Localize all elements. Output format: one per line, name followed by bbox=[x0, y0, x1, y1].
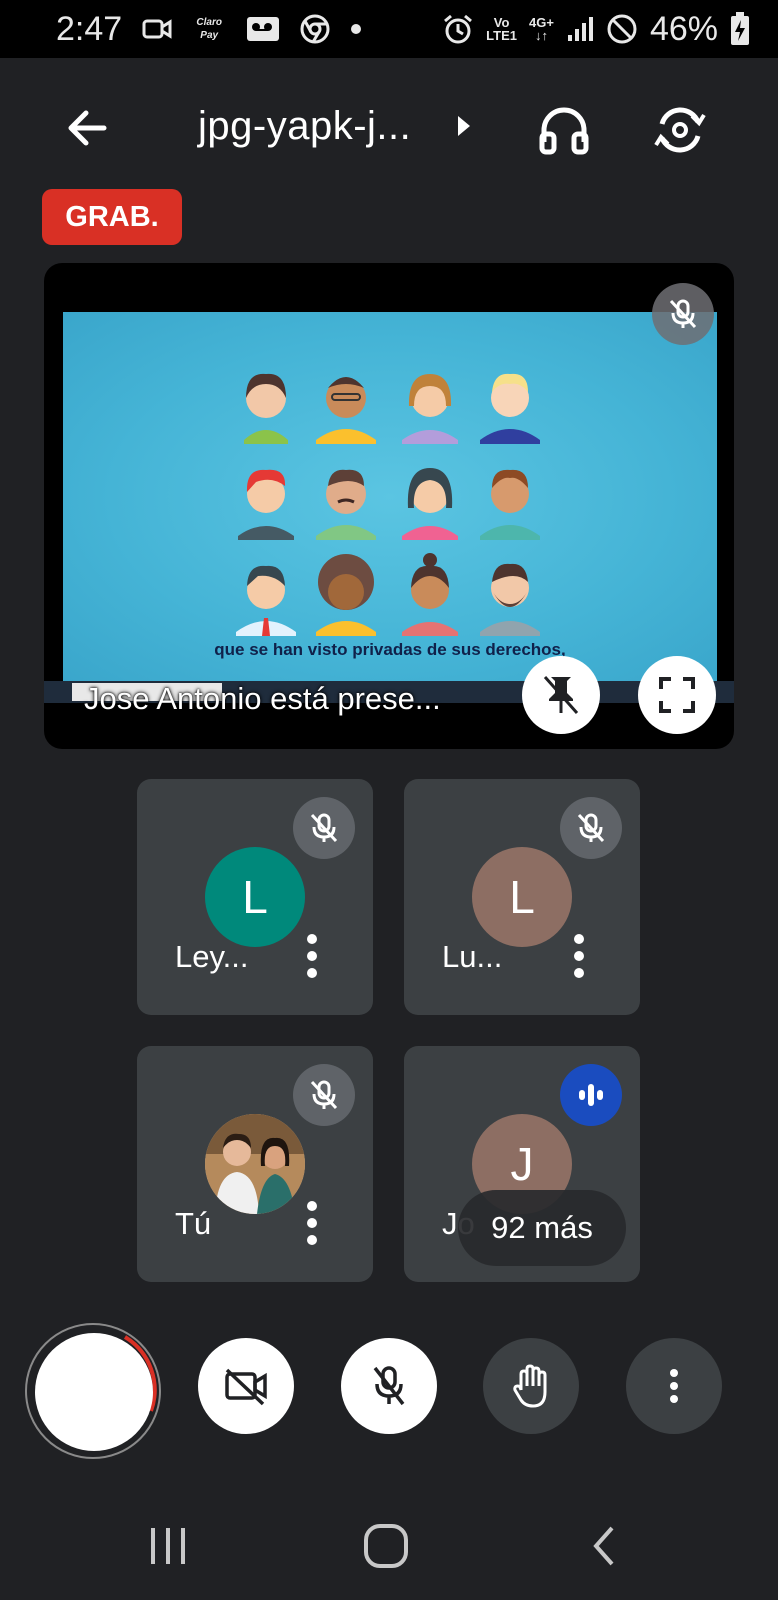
presenter-muted-indicator bbox=[652, 283, 714, 345]
back-chevron-icon bbox=[593, 1526, 614, 1566]
shared-screen: que se han visto privadas de sus derecho… bbox=[63, 312, 717, 682]
switch-camera-button[interactable] bbox=[652, 102, 708, 158]
videocam-off-icon bbox=[225, 1368, 267, 1406]
meeting-title[interactable]: jpg-yapk-j... bbox=[198, 104, 411, 149]
participant-name: Lu... bbox=[442, 939, 503, 974]
unpin-icon bbox=[543, 676, 579, 714]
meeting-header: jpg-yapk-j... bbox=[0, 58, 778, 196]
presenter-label: Jose Antonio está prese... bbox=[84, 681, 441, 716]
participant-menu-button[interactable] bbox=[297, 1198, 327, 1248]
avatar-photo bbox=[205, 1114, 305, 1214]
slide-subtitle: que se han visto privadas de sus derecho… bbox=[214, 640, 566, 659]
participant-menu-button[interactable] bbox=[564, 931, 594, 981]
voicemail-icon bbox=[246, 16, 280, 42]
system-back-button[interactable] bbox=[574, 1516, 634, 1576]
back-button[interactable] bbox=[62, 102, 114, 154]
presentation-tile[interactable]: que se han visto privadas de sus derecho… bbox=[44, 263, 734, 749]
recent-apps-icon bbox=[151, 1528, 185, 1564]
alarm-icon bbox=[442, 13, 474, 45]
recording-badge: GRAB. bbox=[42, 189, 182, 245]
battery-percent: 46% bbox=[649, 9, 718, 48]
participant-muted-indicator bbox=[560, 797, 622, 859]
hand-icon bbox=[513, 1364, 547, 1408]
unpin-button[interactable] bbox=[522, 656, 600, 734]
video-call-icon bbox=[142, 18, 172, 40]
network-type-indicator: 4G+ ↓↑ bbox=[529, 15, 554, 43]
slide-illustration bbox=[228, 360, 558, 645]
arrow-left-icon bbox=[68, 110, 107, 146]
carrier-pay-badge: Claro Pay bbox=[196, 17, 222, 41]
more-vert-icon bbox=[670, 1369, 678, 1403]
recent-apps-button[interactable] bbox=[138, 1516, 198, 1576]
avatar: L bbox=[205, 847, 305, 947]
switch-camera-icon bbox=[654, 107, 706, 153]
call-controls bbox=[0, 1320, 778, 1460]
more-vert-icon bbox=[307, 1201, 317, 1245]
chrome-icon bbox=[300, 14, 330, 44]
notification-dot-icon bbox=[350, 23, 362, 35]
home-button[interactable] bbox=[356, 1516, 416, 1576]
speaking-indicator bbox=[560, 1064, 622, 1126]
do-not-disturb-icon bbox=[606, 13, 638, 45]
avatar: L bbox=[472, 847, 572, 947]
camera-toggle-button[interactable] bbox=[198, 1338, 294, 1434]
system-navigation-bar bbox=[0, 1490, 778, 1600]
status-bar: 2:47 Claro Pay Vo LTE1 4G+ ↓↑ 46% bbox=[0, 0, 778, 58]
more-options-button[interactable] bbox=[626, 1338, 722, 1434]
mic-off-icon bbox=[669, 299, 697, 329]
fullscreen-icon bbox=[659, 677, 695, 713]
headphones-icon bbox=[539, 107, 589, 155]
mic-off-icon bbox=[373, 1366, 405, 1406]
self-video-preview bbox=[35, 1333, 153, 1451]
signal-icon bbox=[566, 15, 594, 43]
more-vert-icon bbox=[574, 934, 584, 978]
more-vert-icon bbox=[307, 934, 317, 978]
participant-name: Tú bbox=[175, 1206, 212, 1241]
home-icon bbox=[364, 1524, 408, 1568]
mic-off-icon bbox=[577, 813, 605, 843]
participant-muted-indicator bbox=[293, 1064, 355, 1126]
volte-indicator: Vo LTE1 bbox=[486, 15, 517, 43]
profile-photo-icon bbox=[205, 1114, 305, 1214]
mic-off-icon bbox=[310, 1080, 338, 1110]
participant-name: Ley... bbox=[175, 939, 249, 974]
participant-tile-lu[interactable]: L Lu... bbox=[404, 779, 640, 1015]
people-illustration bbox=[236, 373, 540, 636]
participant-tile-leyda[interactable]: L Ley... bbox=[137, 779, 373, 1015]
more-participants-button[interactable]: 92 más bbox=[458, 1190, 626, 1266]
fullscreen-button[interactable] bbox=[638, 656, 716, 734]
audio-level-icon bbox=[579, 1084, 603, 1106]
participant-menu-button[interactable] bbox=[297, 931, 327, 981]
raise-hand-button[interactable] bbox=[483, 1338, 579, 1434]
caret-right-icon[interactable] bbox=[456, 114, 472, 143]
audio-output-button[interactable] bbox=[536, 102, 592, 158]
participant-tile-self[interactable]: Tú bbox=[137, 1046, 373, 1282]
battery-charging-icon bbox=[730, 12, 750, 46]
microphone-toggle-button[interactable] bbox=[341, 1338, 437, 1434]
self-preview[interactable] bbox=[25, 1323, 161, 1459]
participant-muted-indicator bbox=[293, 797, 355, 859]
mic-off-icon bbox=[310, 813, 338, 843]
status-time: 2:47 bbox=[56, 9, 123, 48]
